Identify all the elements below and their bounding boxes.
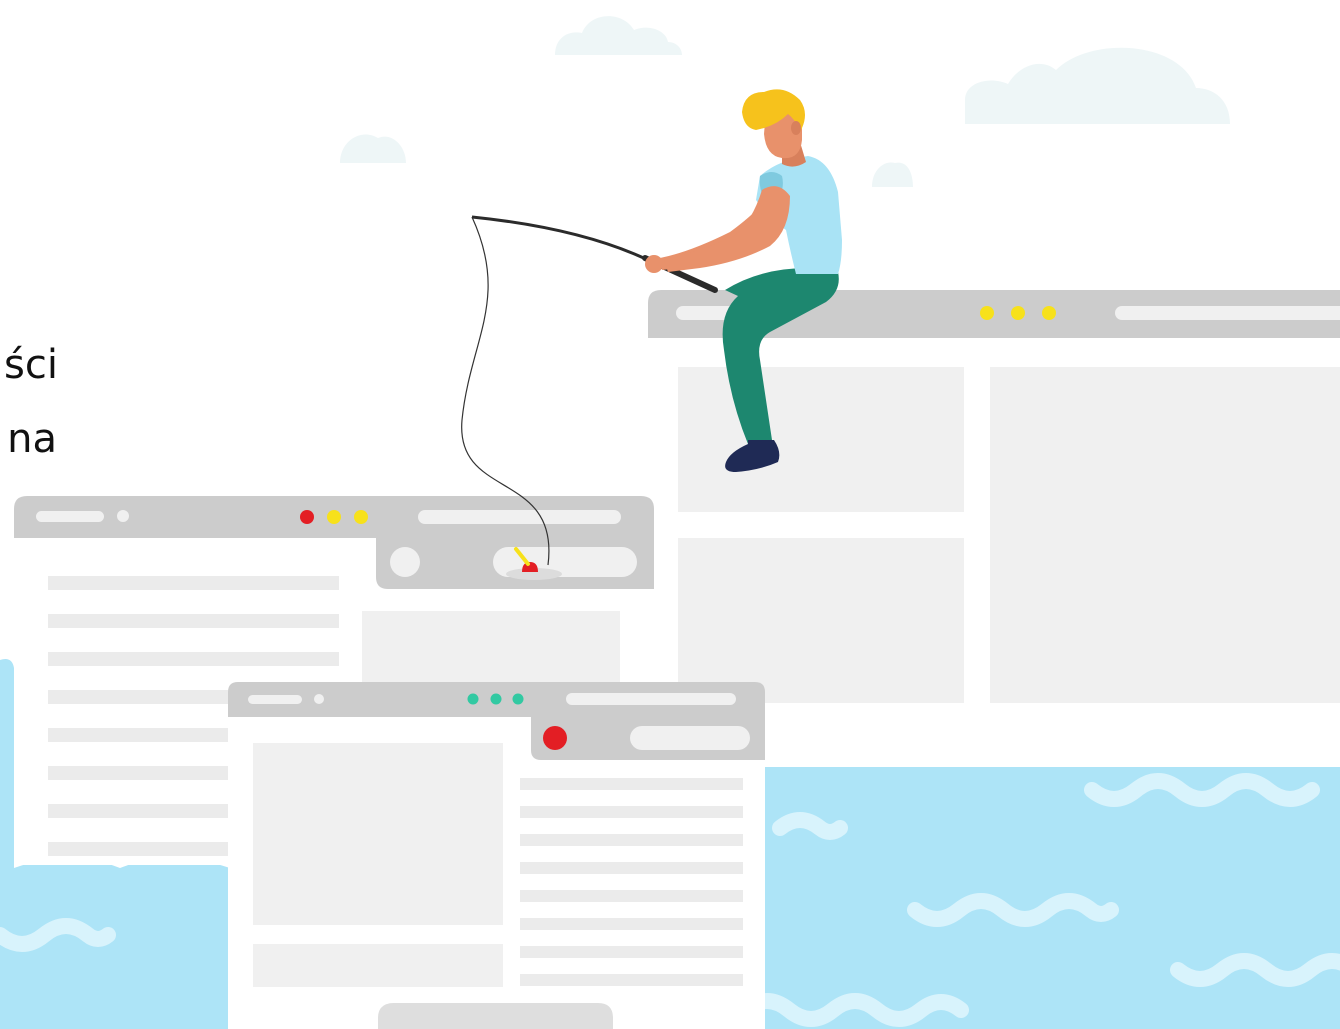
- window-address-bar: [418, 510, 621, 524]
- fishing-illustration: [0, 16, 1340, 1029]
- list-line: [520, 890, 743, 902]
- list-line: [48, 652, 339, 666]
- window-bottom-tab: [378, 1003, 613, 1029]
- window-bar-pill: [36, 511, 104, 522]
- window-dot: [512, 693, 524, 705]
- water-right: [735, 767, 1340, 1029]
- window-dot: [354, 510, 368, 524]
- content-block: [990, 367, 1340, 703]
- window-dot: [980, 306, 994, 320]
- list-line: [48, 576, 339, 590]
- cloud-icon: [965, 47, 1230, 124]
- content-block: [253, 944, 503, 987]
- browser-window-bottom: [228, 682, 765, 1029]
- window-address-bar: [1115, 306, 1340, 320]
- list-line: [520, 862, 743, 874]
- text-fragment-2: na: [7, 416, 57, 462]
- window-bar-circle: [314, 694, 324, 704]
- window-dot: [490, 693, 502, 705]
- content-block: [678, 367, 964, 512]
- window-dot: [300, 510, 314, 524]
- list-line: [520, 834, 743, 846]
- cloud-icon: [872, 162, 913, 187]
- window-dot: [1011, 306, 1025, 320]
- search-field: [630, 726, 750, 750]
- cloud-icon: [340, 134, 406, 163]
- window-address-bar: [566, 693, 736, 705]
- window-bar-pill: [248, 695, 302, 704]
- ear: [791, 121, 801, 135]
- list-line: [520, 806, 743, 818]
- list-line: [520, 778, 743, 790]
- list-line: [520, 974, 743, 986]
- list-line: [48, 614, 339, 628]
- window-dot: [467, 693, 479, 705]
- front-arm: [664, 186, 790, 272]
- window-bar-circle: [117, 510, 129, 522]
- record-dot: [543, 726, 567, 750]
- content-block: [678, 538, 964, 703]
- fishing-rod: [471, 215, 649, 262]
- search-panel-circle: [390, 547, 420, 577]
- text-fragment-1: ści: [4, 342, 58, 388]
- cloud-icon: [555, 16, 682, 55]
- window-dot: [327, 510, 341, 524]
- hand: [645, 255, 663, 273]
- window-dot: [1042, 306, 1056, 320]
- list-line: [520, 946, 743, 958]
- content-block: [253, 743, 503, 925]
- list-line: [520, 918, 743, 930]
